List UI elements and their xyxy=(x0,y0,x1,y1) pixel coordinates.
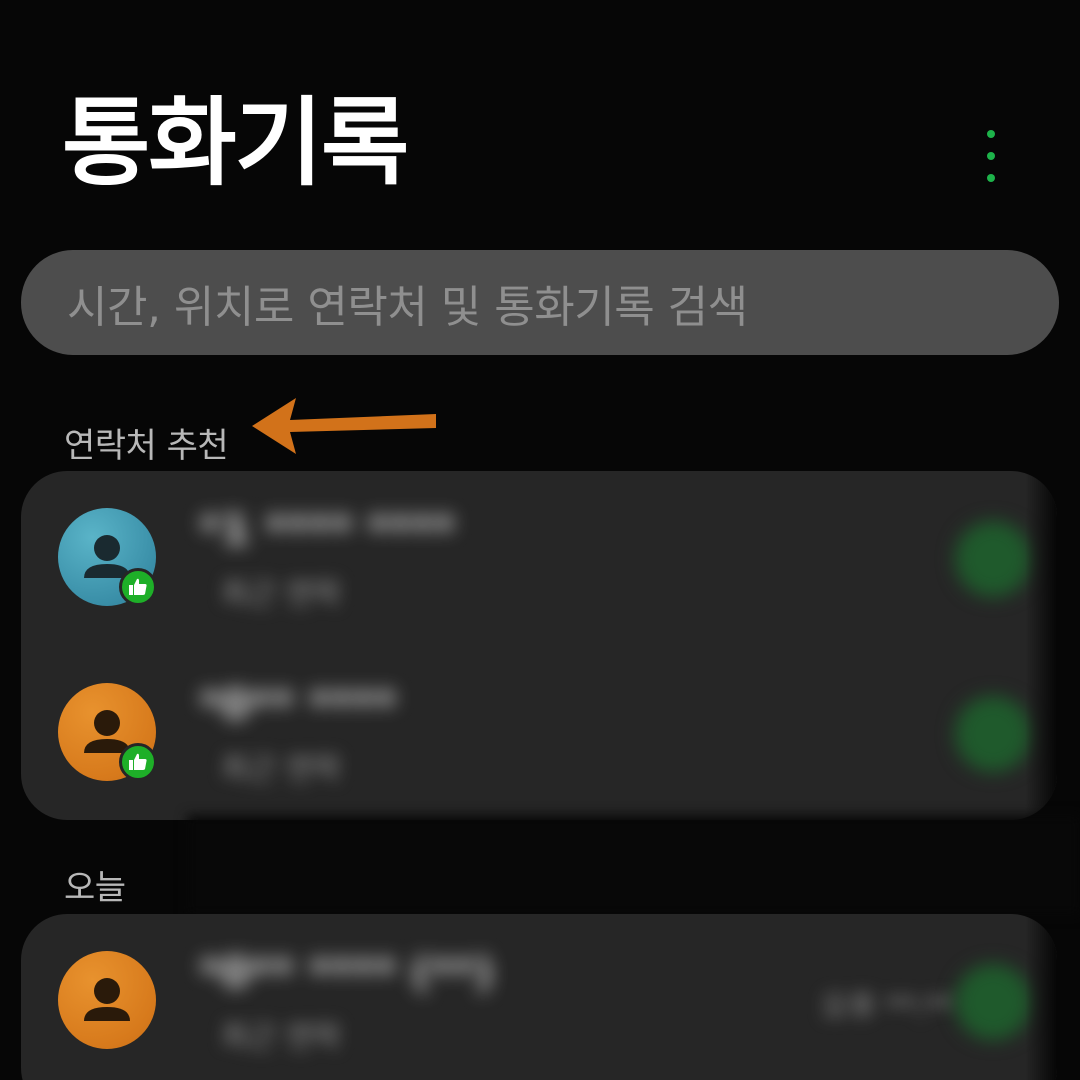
list-item[interactable]: *0** **** 최근 연락 xyxy=(21,646,1057,820)
search-placeholder: 시간, 위치로 연락처 및 통화기록 검색 xyxy=(67,281,748,333)
edge-fade xyxy=(1025,471,1057,820)
contact-subtitle: 최근 연락 xyxy=(221,577,341,612)
more-options-button[interactable] xyxy=(972,126,1010,186)
more-options-icon-dot xyxy=(987,152,995,160)
search-bar[interactable]: 시간, 위치로 연락처 및 통화기록 검색 xyxy=(21,250,1059,355)
more-options-icon xyxy=(987,130,995,138)
call-button[interactable] xyxy=(955,696,1031,772)
more-options-icon-dot xyxy=(987,174,995,182)
contact-subtitle: 최근 연락 xyxy=(221,752,341,787)
recommended-contacts-card: *1 **** **** 최근 연락 *0** **** 최근 연락 xyxy=(21,471,1057,820)
avatar xyxy=(58,951,156,1049)
contact-name: *1 **** **** xyxy=(199,505,456,554)
contact-name: *0** **** xyxy=(199,680,397,729)
call-time: 오후 **:** xyxy=(821,990,956,1025)
edge-fade xyxy=(1025,914,1057,1080)
recommend-badge xyxy=(119,743,157,781)
call-subtitle: 최근 연락 xyxy=(221,1020,341,1055)
call-button[interactable] xyxy=(955,964,1031,1040)
section-label-recommended: 연락처 추천 xyxy=(64,426,229,466)
annotation-arrow-icon xyxy=(252,398,436,454)
list-item[interactable]: *1 **** **** 최근 연락 xyxy=(21,471,1057,645)
thumbs-up-icon xyxy=(129,578,147,595)
list-item[interactable]: *0** **** (**) 최근 연락 오후 **:** xyxy=(21,914,1057,1080)
section-label-today: 오늘 xyxy=(64,868,126,908)
call-button[interactable] xyxy=(955,521,1031,597)
contact-name: *0** **** (**) xyxy=(199,948,494,997)
thumbs-up-icon xyxy=(129,753,147,770)
today-calls-card: *0** **** (**) 최근 연락 오후 **:** xyxy=(21,914,1057,1080)
page-title: 통화기록 xyxy=(62,87,409,199)
recommend-badge xyxy=(119,568,157,606)
blur-shade xyxy=(187,815,1080,915)
person-icon xyxy=(84,978,130,1021)
